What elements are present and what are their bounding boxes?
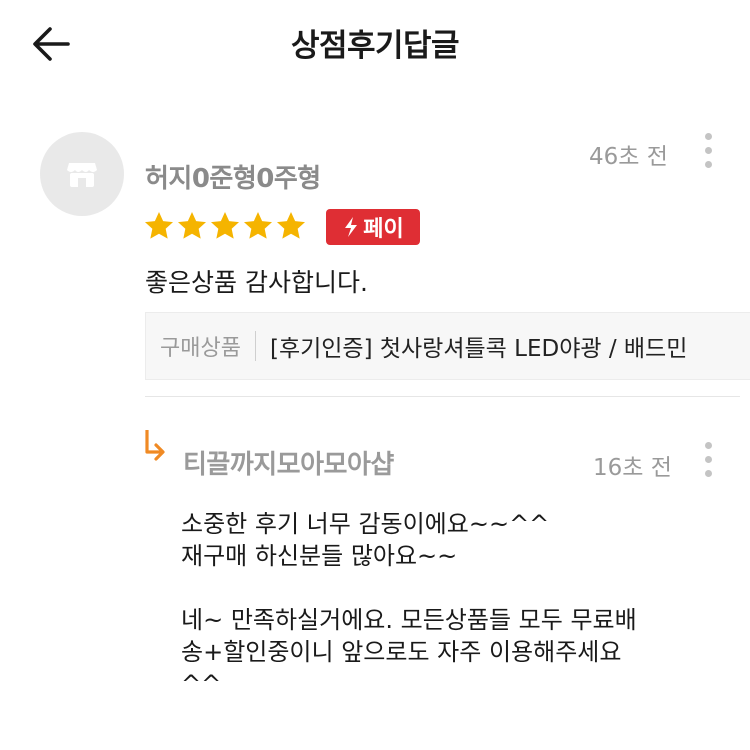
header: 상점후기답글 — [0, 0, 750, 88]
section-divider — [145, 396, 740, 397]
product-name: [후기인증] 첫사랑셔틀콕 LED야광 / 배드민 — [269, 336, 688, 362]
reply-more-menu-button[interactable] — [696, 442, 720, 482]
review-text: 좋은상품 감사합니다. — [145, 268, 368, 297]
more-dot-icon — [705, 456, 712, 463]
star-icon — [145, 212, 173, 239]
reply-arrow-icon — [145, 430, 165, 461]
review-more-menu-button[interactable] — [696, 133, 720, 173]
star-rating — [143, 209, 307, 245]
reply-time: 16초 전 — [593, 455, 672, 481]
more-dot-icon — [705, 442, 712, 449]
shop-icon — [67, 163, 97, 187]
star-icon — [178, 212, 206, 239]
more-dot-icon — [705, 161, 712, 168]
star-icon — [277, 212, 305, 239]
pay-badge-label: 페이 — [363, 217, 404, 242]
shop-name[interactable]: 티끌까지모아모아샵 — [183, 444, 394, 481]
more-dot-icon — [705, 147, 712, 154]
more-dot-icon — [705, 133, 712, 140]
more-dot-icon — [705, 470, 712, 477]
purchased-product-link[interactable]: 구매상품 [후기인증] 첫사랑셔틀콕 LED야광 / 배드민 — [145, 312, 750, 380]
reviewer-avatar[interactable] — [40, 132, 124, 216]
pay-badge: 페이 — [326, 209, 420, 245]
product-divider — [254, 331, 256, 361]
lightning-icon — [345, 217, 358, 237]
reply-text: 소중한 후기 너무 감동이에요~~^^ 재구매 하신분들 많아요~~ 네~ 만족… — [181, 510, 637, 698]
reviewer-name[interactable]: 허지0준형0주형 — [145, 158, 321, 195]
product-label: 구매상품 — [160, 336, 241, 361]
page-title: 상점후기답글 — [290, 28, 460, 64]
star-icon — [211, 212, 239, 239]
star-icon — [244, 212, 272, 239]
review-time: 46초 전 — [589, 144, 668, 170]
